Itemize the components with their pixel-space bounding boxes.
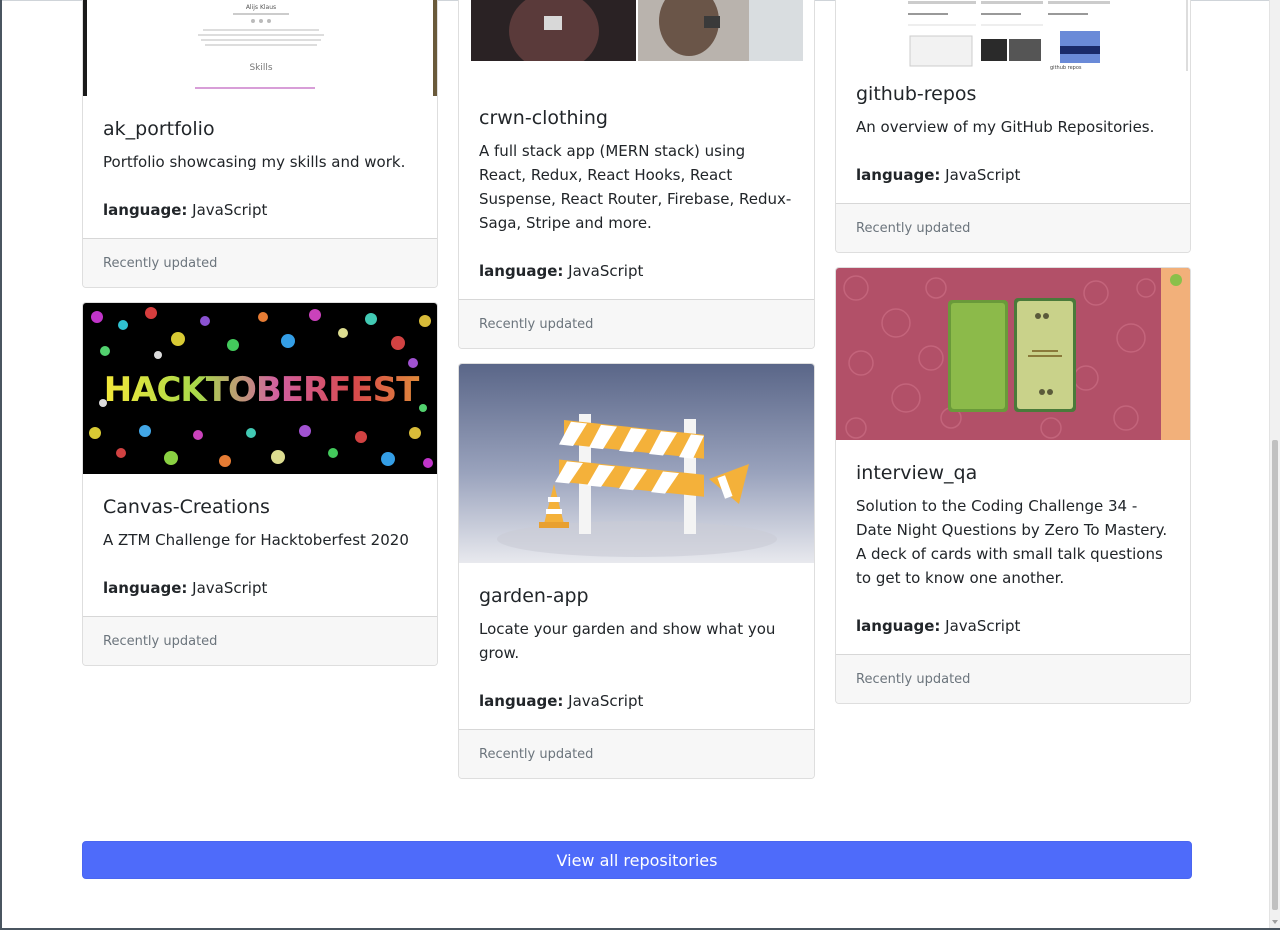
repo-card-crwn-clothing[interactable]: crwn-clothing A full stack app (MERN sta… <box>458 0 815 349</box>
repo-column-2: crwn-clothing A full stack app (MERN sta… <box>458 0 815 779</box>
language-label: language: <box>103 201 188 219</box>
language-label: language: <box>479 692 564 710</box>
repo-card-ak-portfolio[interactable]: Alijs Klaus Skills ak_portfolio Portfoli… <box>82 0 438 288</box>
repo-card-github-repos[interactable]: github repos github-repos An overview of… <box>835 0 1191 253</box>
repo-description: A ZTM Challenge for Hacktoberfest 2020 <box>103 531 409 549</box>
hacktoberfest-banner-icon: HACKTOBERFEST <box>89 307 433 468</box>
updated-status: Recently updated <box>479 746 594 762</box>
repo-title[interactable]: interview_qa <box>856 462 1170 484</box>
repo-description: Locate your garden and show what you gro… <box>479 620 776 662</box>
repo-language: language: JavaScript <box>856 614 1170 638</box>
repo-image-crwn-clothing <box>459 0 814 61</box>
repo-language: language: JavaScript <box>856 163 1170 187</box>
repo-language: language: JavaScript <box>479 259 794 283</box>
github-repos-screenshot-icon: github repos <box>908 0 1188 71</box>
updated-status: Recently updated <box>103 255 218 271</box>
repo-image-github-repos: github repos <box>836 0 1190 71</box>
repo-title[interactable]: github-repos <box>856 83 1170 105</box>
repo-description: A full stack app (MERN stack) using Reac… <box>479 142 792 232</box>
repo-description: Portfolio showcasing my skills and work. <box>103 153 406 171</box>
repo-language: language: JavaScript <box>103 198 417 222</box>
language-label: language: <box>856 617 941 635</box>
repo-language: language: JavaScript <box>479 689 794 713</box>
language-value: JavaScript <box>192 201 268 219</box>
scroll-down-arrow-icon[interactable] <box>1272 920 1278 924</box>
scrollbar-thumb[interactable] <box>1272 440 1278 910</box>
card-deck-icon <box>843 268 1190 440</box>
language-value: JavaScript <box>192 579 268 597</box>
view-all-repositories-button[interactable]: View all repositories <box>82 841 1192 879</box>
repo-footer: Recently updated <box>836 203 1190 252</box>
portfolio-preview-title: Alijs Klaus <box>246 4 276 11</box>
repo-column-1: Alijs Klaus Skills ak_portfolio Portfoli… <box>82 0 438 666</box>
repo-title[interactable]: crwn-clothing <box>479 107 794 129</box>
portfolio-screenshot-icon: Alijs Klaus Skills <box>195 4 324 89</box>
language-value: JavaScript <box>945 617 1021 635</box>
language-value: JavaScript <box>568 692 644 710</box>
repo-title[interactable]: ak_portfolio <box>103 118 417 140</box>
repo-title[interactable]: garden-app <box>479 585 794 607</box>
repo-footer: Recently updated <box>83 616 437 665</box>
repo-image-ak-portfolio: Alijs Klaus Skills <box>83 0 437 96</box>
repo-column-3: github repos github-repos An overview of… <box>835 0 1191 704</box>
clothing-photos-icon <box>471 0 803 61</box>
language-label: language: <box>103 579 188 597</box>
repo-image-garden-app <box>459 364 814 563</box>
repo-footer: Recently updated <box>836 654 1190 703</box>
repo-description: Solution to the Coding Challenge 34 - Da… <box>856 497 1168 587</box>
updated-status: Recently updated <box>856 671 971 687</box>
language-value: JavaScript <box>945 166 1021 184</box>
repo-card-canvas-creations[interactable]: HACKTOBERFEST Canvas-Creations A ZTM Cha… <box>82 302 438 666</box>
repo-card-garden-app[interactable]: garden-app Locate your garden and show w… <box>458 363 815 779</box>
repo-title[interactable]: Canvas-Creations <box>103 496 417 518</box>
updated-status: Recently updated <box>479 316 594 332</box>
updated-status: Recently updated <box>856 220 971 236</box>
vertical-scrollbar[interactable] <box>1269 0 1280 930</box>
repo-footer: Recently updated <box>459 729 814 778</box>
updated-status: Recently updated <box>103 633 218 649</box>
construction-barrier-icon <box>497 414 777 557</box>
repo-image-interview-qa <box>836 268 1190 440</box>
repo-language: language: JavaScript <box>103 576 417 600</box>
repo-card-interview-qa[interactable]: interview_qa Solution to the Coding Chal… <box>835 267 1191 704</box>
window-left-border <box>0 0 2 930</box>
language-label: language: <box>479 262 564 280</box>
repo-image-canvas-creations: HACKTOBERFEST <box>83 303 437 474</box>
repo-footer: Recently updated <box>83 238 437 287</box>
hacktoberfest-banner-text: HACKTOBERFEST <box>104 370 420 410</box>
language-label: language: <box>856 166 941 184</box>
github-preview-caption: github repos <box>1050 65 1082 71</box>
language-value: JavaScript <box>568 262 644 280</box>
repo-footer: Recently updated <box>459 299 814 348</box>
portfolio-preview-subtitle: Skills <box>249 63 272 73</box>
repo-description: An overview of my GitHub Repositories. <box>856 118 1155 136</box>
